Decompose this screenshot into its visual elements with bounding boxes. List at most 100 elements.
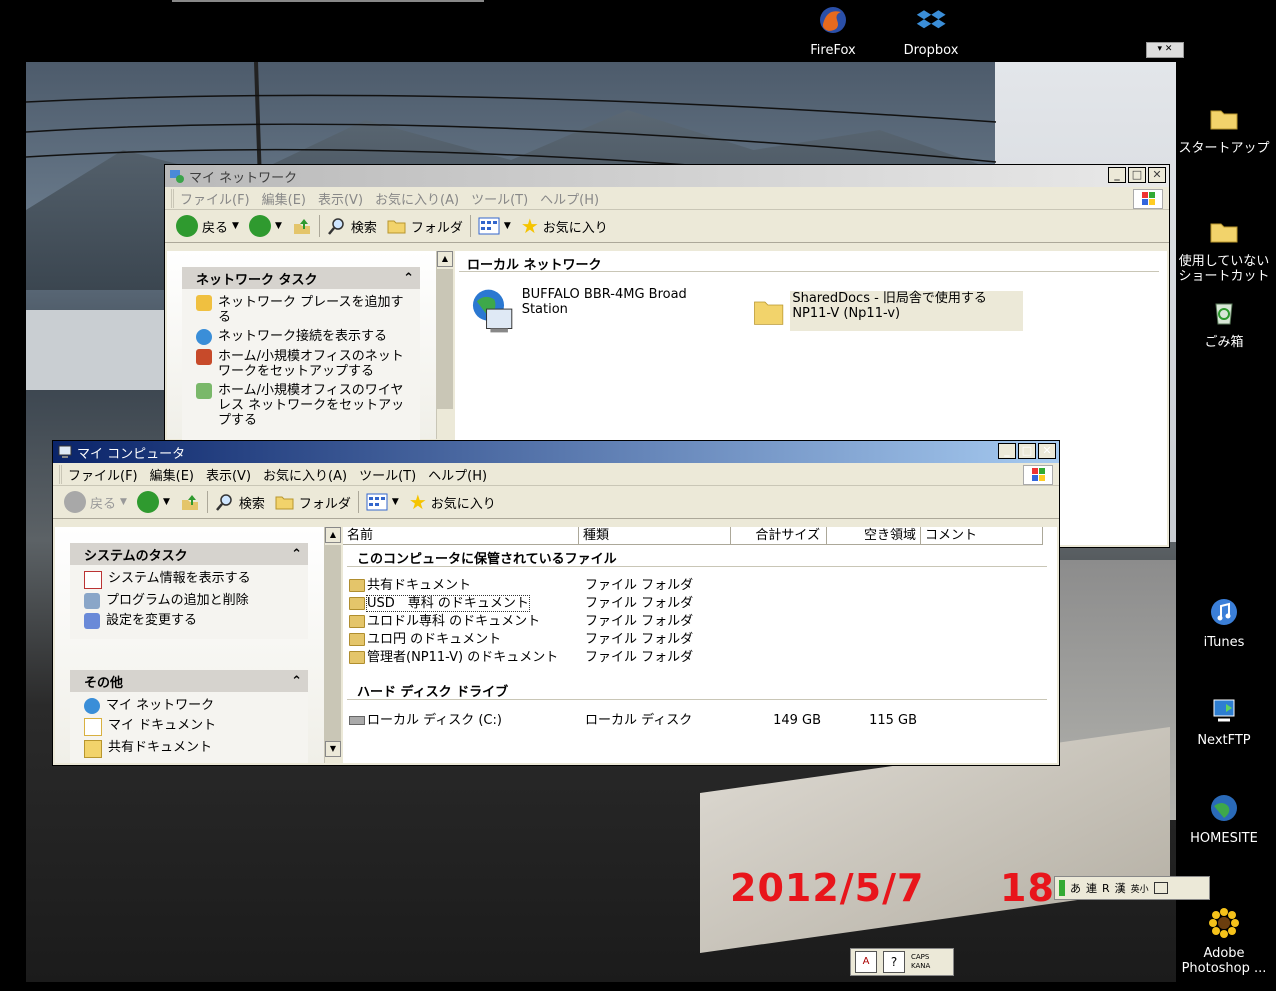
menu-file[interactable]: ファイル(F): [171, 188, 256, 208]
maximize-button[interactable]: □: [1128, 167, 1146, 183]
system-tasks-header[interactable]: システムのタスク ⌃: [70, 543, 308, 565]
ime-conv[interactable]: 連: [1086, 880, 1097, 896]
place-shared-documents[interactable]: 共有ドキュメント: [84, 740, 300, 758]
menu-file[interactable]: ファイル(F): [59, 464, 144, 484]
close-button[interactable]: ✕: [1038, 443, 1056, 459]
desktop-icon-photoshop[interactable]: Adobe Photoshop ...: [1174, 892, 1274, 991]
network-item-buffalo[interactable]: BUFFALO BBR-4MG Broad Station: [471, 287, 731, 337]
task-add-remove-programs[interactable]: プログラムの追加と削除: [84, 593, 300, 609]
forward-button[interactable]: ▼: [132, 488, 175, 516]
search-button[interactable]: 検索: [322, 212, 382, 240]
desktop-icon-firefox[interactable]: FireFox: [783, 4, 883, 58]
network-tasks-body: ネットワーク プレースを追加する ネットワーク接続を表示する ホーム/小規模オフ…: [182, 289, 420, 451]
column-header-type[interactable]: 種類: [579, 527, 731, 545]
menu-view[interactable]: 表示(V): [200, 465, 257, 484]
task-view-system-info[interactable]: システム情報を表示する: [84, 571, 300, 589]
other-places-header[interactable]: その他 ⌃: [70, 670, 308, 692]
caps-indicator: CAPS: [911, 953, 930, 961]
menu-edit[interactable]: 編集(E): [144, 465, 200, 484]
drive-row[interactable]: ローカル ディスク (C:): [349, 712, 502, 730]
scroll-thumb[interactable]: [437, 269, 453, 409]
task-pane-scrollbar[interactable]: ▲: [436, 251, 455, 439]
desktop-bar-controls[interactable]: ▾ ✕: [1146, 42, 1184, 58]
collapse-icon[interactable]: ⌃: [291, 547, 302, 562]
chevron-down-icon[interactable]: ▼: [392, 497, 399, 507]
column-header-comment[interactable]: コメント: [921, 527, 1043, 545]
chevron-down-icon[interactable]: ▼: [275, 221, 282, 231]
views-button[interactable]: ▼: [473, 212, 516, 240]
language-bar[interactable]: A ? CAPS KANA: [850, 948, 954, 976]
favorites-button[interactable]: ★ お気に入り: [404, 488, 501, 516]
ime-alpha[interactable]: 英小: [1131, 882, 1149, 895]
desktop-icon-dropbox[interactable]: Dropbox: [881, 4, 981, 58]
menu-favorites[interactable]: お気に入り(A): [257, 465, 353, 484]
file-row[interactable]: ユロドル専科 のドキュメント: [349, 613, 540, 631]
forward-button[interactable]: ▼: [244, 212, 287, 240]
task-setup-wireless-network[interactable]: ホーム/小規模オフィスのワイヤレス ネットワークをセットアップする: [196, 383, 412, 428]
input-method-icon[interactable]: A: [855, 951, 877, 973]
network-item-shareddocs[interactable]: SharedDocs - 旧局舎で使用する NP11-V (Np11-v): [753, 291, 1023, 331]
desktop-icon-startup[interactable]: スタートアップ: [1174, 102, 1274, 156]
column-header-total-size[interactable]: 合計サイズ: [731, 527, 827, 545]
up-folder-button[interactable]: [287, 212, 317, 240]
ime-pad-icon[interactable]: [1153, 882, 1168, 894]
desktop-icon-unused-shortcuts[interactable]: 使用していない ショートカット: [1174, 200, 1274, 299]
network-tasks-header[interactable]: ネットワーク タスク ⌃: [182, 267, 420, 289]
my-computer-window[interactable]: マイ コンピュータ _ □ ✕ ファイル(F) 編集(E) 表示(V) お気に入…: [52, 440, 1060, 766]
chevron-down-icon[interactable]: ▼: [504, 221, 511, 231]
collapse-icon[interactable]: ⌃: [291, 674, 302, 689]
file-row[interactable]: USD 専科 のドキュメント: [349, 595, 530, 613]
computer-titlebar[interactable]: マイ コンピュータ _ □ ✕: [53, 441, 1059, 463]
column-header-free-space[interactable]: 空き領域: [827, 527, 921, 545]
chevron-down-icon[interactable]: ▼: [163, 497, 170, 507]
views-button[interactable]: ▼: [361, 488, 404, 516]
search-button[interactable]: 検索: [210, 488, 270, 516]
place-my-network[interactable]: マイ ネットワーク: [84, 698, 300, 714]
network-titlebar[interactable]: マイ ネットワーク _ □ ✕: [165, 165, 1169, 187]
place-my-documents[interactable]: マイ ドキュメント: [84, 718, 300, 736]
folders-button[interactable]: フォルダ: [270, 488, 356, 516]
desktop-icon-homesite[interactable]: HOMESITE: [1174, 792, 1274, 846]
desktop-icon-nextftp[interactable]: NextFTP: [1174, 694, 1274, 748]
menu-tools[interactable]: ツール(T): [465, 189, 534, 208]
ime-mode[interactable]: あ: [1070, 880, 1081, 896]
minimize-button[interactable]: _: [998, 443, 1016, 459]
menu-favorites[interactable]: お気に入り(A): [369, 189, 465, 208]
ime-bar[interactable]: あ 連 R 漢 英小: [1054, 876, 1210, 900]
back-button[interactable]: 戻る ▼: [171, 212, 244, 240]
file-row[interactable]: 共有ドキュメント: [349, 577, 471, 595]
menu-view[interactable]: 表示(V): [312, 189, 369, 208]
folders-button[interactable]: フォルダ: [382, 212, 468, 240]
column-header-name[interactable]: 名前: [343, 527, 579, 545]
chevron-down-icon[interactable]: ▼: [120, 497, 127, 507]
file-row[interactable]: ユロ円 のドキュメント: [349, 631, 501, 649]
file-row[interactable]: 管理者(NP11-V) のドキュメント: [349, 649, 558, 667]
minimize-button[interactable]: _: [1108, 167, 1126, 183]
chevron-down-icon[interactable]: ▼: [232, 221, 239, 231]
scroll-up-button[interactable]: ▲: [325, 527, 341, 543]
close-button[interactable]: ✕: [1148, 167, 1166, 183]
scroll-down-button[interactable]: ▼: [325, 741, 341, 757]
ime-grip[interactable]: [1059, 880, 1065, 896]
task-setup-home-network[interactable]: ホーム/小規模オフィスのネットワークをセットアップする: [196, 349, 412, 379]
ime-kanji[interactable]: 漢: [1115, 880, 1126, 896]
task-change-settings[interactable]: 設定を変更する: [84, 613, 300, 629]
ime-roman[interactable]: R: [1102, 882, 1110, 895]
menu-edit[interactable]: 編集(E): [256, 189, 312, 208]
desktop-icon-itunes[interactable]: iTunes: [1174, 596, 1274, 650]
collapse-icon[interactable]: ⌃: [403, 271, 414, 286]
favorites-button[interactable]: ★ お気に入り: [516, 212, 613, 240]
scroll-thumb[interactable]: [325, 545, 341, 741]
task-pane-scrollbar[interactable]: ▲ ▼: [324, 527, 343, 763]
menu-tools[interactable]: ツール(T): [353, 465, 422, 484]
back-button[interactable]: 戻る ▼: [59, 488, 132, 516]
desktop-icon-recycle-bin[interactable]: ごみ箱: [1174, 296, 1274, 350]
menu-help[interactable]: ヘルプ(H): [534, 189, 605, 208]
help-icon[interactable]: ?: [883, 951, 905, 973]
scroll-up-button[interactable]: ▲: [437, 251, 453, 267]
menu-help[interactable]: ヘルプ(H): [422, 465, 493, 484]
up-folder-button[interactable]: [175, 488, 205, 516]
task-view-connections[interactable]: ネットワーク接続を表示する: [196, 329, 412, 345]
task-add-network-place[interactable]: ネットワーク プレースを追加する: [196, 295, 412, 325]
maximize-button[interactable]: □: [1018, 443, 1036, 459]
